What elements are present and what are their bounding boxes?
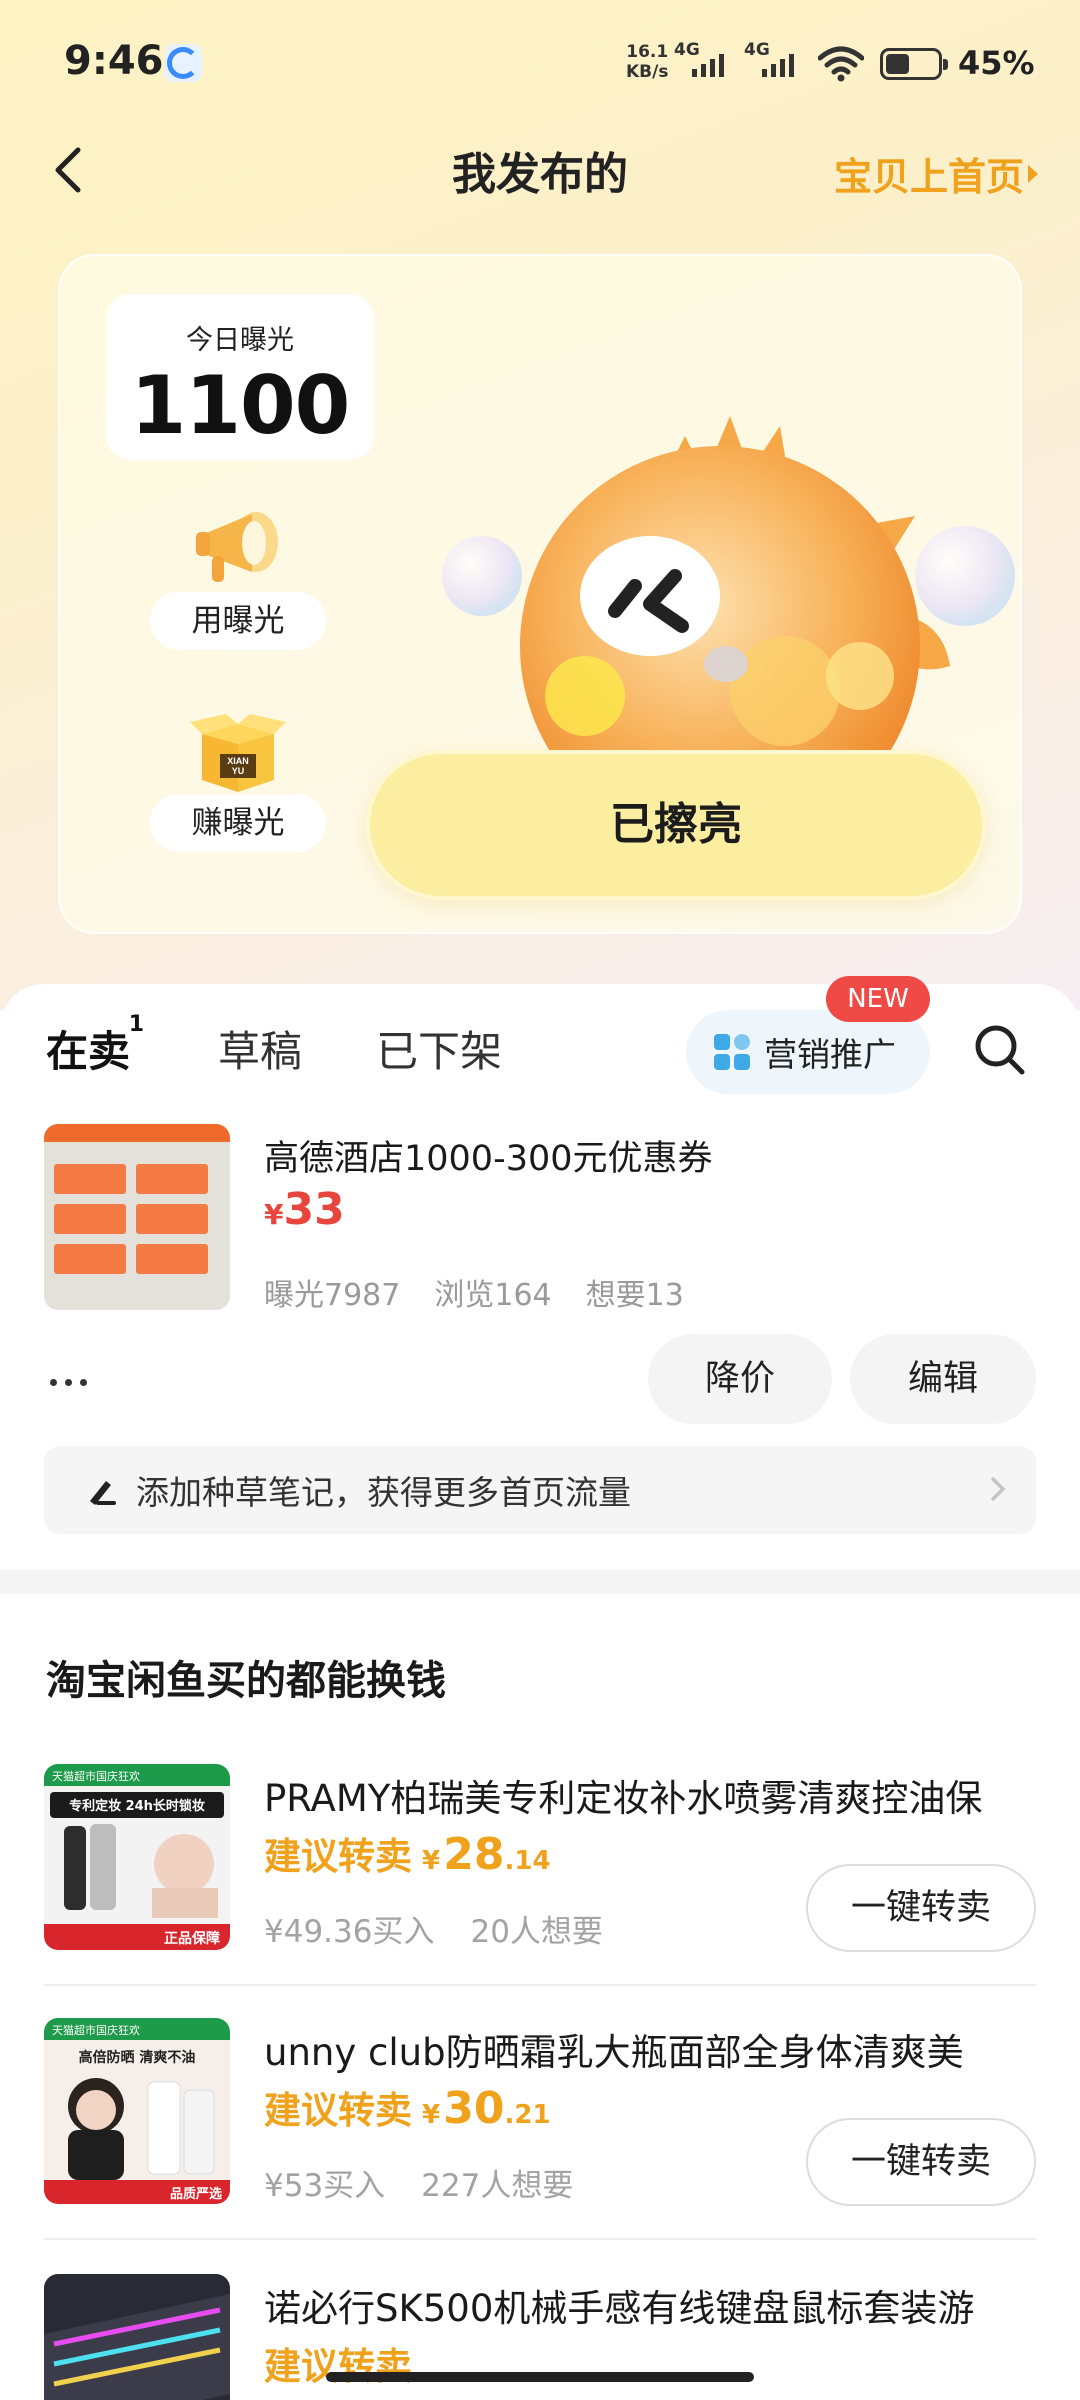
promote-to-homepage-link[interactable]: 宝贝上首页 [834,146,1038,201]
listing-tabs: 在卖 1 草稿 已下架 营销推广 NEW [0,976,1080,1094]
megaphone-icon [196,512,278,582]
new-badge: NEW [826,976,930,1022]
signal-icon: 4G [744,40,808,82]
use-exposure-label: 用曝光 [150,592,326,650]
exposure-card: 今日曝光 1100 用曝光 XIAN YU 赚曝光 已擦亮 [58,254,1022,934]
bought-price: ¥49.36买入 [264,1914,435,1950]
listing-title[interactable]: 高德酒店1000-300元优惠券 [264,1130,713,1181]
tab-drafts[interactable]: 草稿 [218,1018,302,1079]
search-icon[interactable] [970,1020,1030,1080]
promote-to-homepage-label: 宝贝上首页 [833,155,1024,199]
apps-grid-icon [714,1034,750,1070]
bought-price: ¥53买入 [264,2168,386,2204]
wants-count: 20人想要 [470,1914,603,1950]
wants-count: 227人想要 [421,2168,574,2204]
suggested-resell-price: 建议转卖 ¥ 28.14 [264,1826,551,1880]
pen-icon [90,1481,116,1505]
listing-price: ¥33 [264,1184,345,1235]
earn-exposure-button[interactable]: XIAN YU 赚曝光 [148,704,328,852]
resell-item-title: unny club防晒霜乳大瓶面部全身体清爽美 [264,2031,964,2074]
price-decimal: .14 [504,1846,551,1876]
product-thumbnail [44,2274,230,2400]
thumb-top-label: 天猫超市国庆狂欢 [52,1769,140,1783]
price-currency: ¥ [422,2100,441,2130]
suggest-label: 建议转卖 [264,1835,412,1878]
nav-bar: 我发布的 宝贝上首页 [0,120,1080,220]
suggest-label: 建议转卖 [264,2089,412,2132]
battery-percentage: 45% [958,44,1035,82]
product-thumbnail: 天猫超市国庆狂欢 专利定妆 24h长时锁妆 正品保障 [44,1764,230,1950]
add-note-banner[interactable]: 添加种草笔记，获得更多首页流量 [44,1446,1036,1534]
resell-item-meta: ¥49.36买入 20人想要 [264,1906,603,1951]
section-divider [0,1570,1080,1594]
tab-on-sale-label: 在卖 [46,1027,131,1076]
product-thumbnail: 天猫超市国庆狂欢 高倍防晒 清爽不油 品质严选 [44,2018,230,2204]
listing-exposure-stat: 曝光7987 [264,1278,401,1313]
earn-exposure-label: 赚曝光 [150,794,326,852]
listing-stats: 曝光7987 浏览164 想要13 [264,1270,684,1314]
resell-item-title: PRAMY柏瑞美专利定妆补水喷雾清爽控油保 [264,1777,983,1820]
price-integer: 30 [443,2083,505,2134]
network-speed-value: 16.1 [626,42,669,62]
edit-button[interactable]: 编辑 [850,1334,1036,1424]
resell-item[interactable]: 天猫超市国庆狂欢 专利定妆 24h长时锁妆 正品保障 PRAMY柏瑞美专利定妆补… [0,1764,1080,2014]
home-indicator[interactable] [326,2372,754,2382]
today-exposure-value: 1100 [130,359,351,452]
box-brand-label-2: YU [232,766,245,776]
battery-icon [880,48,948,80]
today-exposure-box: 今日曝光 1100 [106,294,374,460]
more-options-icon[interactable] [50,1372,102,1392]
tab-on-sale[interactable]: 在卖 1 [46,1012,144,1079]
row-separator [44,1984,1036,1986]
use-exposure-button[interactable]: 用曝光 [148,502,328,650]
price-decimal: .21 [504,2100,551,2130]
listing-wants-stat: 想要13 [585,1278,684,1313]
thumb-footer: 正品保障 [164,1930,220,1947]
thumb-footer: 品质严选 [170,2186,222,2202]
listing-thumbnail[interactable] [44,1124,230,1310]
status-time: 9:46 [64,38,164,84]
box-icon: XIAN YU [190,714,286,792]
one-click-resell-button[interactable]: 一键转卖 [806,2118,1036,2206]
today-exposure-label: 今日曝光 [186,325,294,356]
notification-app-icon [164,44,202,82]
listing-price-value: 33 [283,1184,345,1235]
thumb-top-label: 天猫超市国庆狂欢 [52,2023,140,2037]
chevron-right-icon [991,1477,1006,1501]
add-note-label: 添加种草笔记，获得更多首页流量 [136,1473,631,1512]
wifi-icon [818,46,864,82]
thumb-headline: 专利定妆 24h长时锁妆 [69,1798,205,1814]
suggested-resell-price: 建议转卖 ¥ 30.21 [264,2080,551,2134]
marketing-promotion-button[interactable]: 营销推广 [686,1010,930,1094]
status-bar: 9:46 16.1 KB/s 4G 4G 45% [0,0,1080,120]
price-currency: ¥ [422,1846,441,1876]
thumb-headline: 高倍防晒 清爽不油 [79,2049,196,2066]
pufferfish-mascot [442,416,1015,796]
box-brand-label-1: XIAN [227,756,249,766]
listing-views-stat: 浏览164 [434,1278,552,1313]
resell-item-title: 诺必行SK500机械手感有线键盘鼠标套装游 [264,2287,975,2330]
signal-icon: 4G [674,40,738,82]
resell-item[interactable]: 天猫超市国庆狂欢 高倍防晒 清爽不油 品质严选 unny club防晒霜乳大瓶面… [0,2018,1080,2268]
network-speed-unit: KB/s [626,62,669,82]
network-speed: 16.1 KB/s [626,42,668,82]
row-separator [44,2238,1036,2240]
resell-item-meta: ¥53买入 227人想要 [264,2160,573,2205]
one-click-resell-button[interactable]: 一键转卖 [806,1864,1036,1952]
chevron-right-icon [1028,164,1038,183]
marketing-promotion-label: 营销推广 [764,1035,896,1074]
tab-removed[interactable]: 已下架 [376,1018,502,1079]
polished-button[interactable]: 已擦亮 [366,750,986,900]
tab-on-sale-count: 1 [128,1012,145,1037]
listing-price-currency: ¥ [264,1198,284,1231]
listings-panel: 在卖 1 草稿 已下架 营销推广 NEW 高德酒店1000-300元优惠券 ¥3… [0,976,1080,2400]
reduce-price-button[interactable]: 降价 [648,1334,832,1424]
resell-section-title: 淘宝闲鱼买的都能换钱 [46,1658,446,1704]
price-integer: 28 [443,1829,505,1880]
